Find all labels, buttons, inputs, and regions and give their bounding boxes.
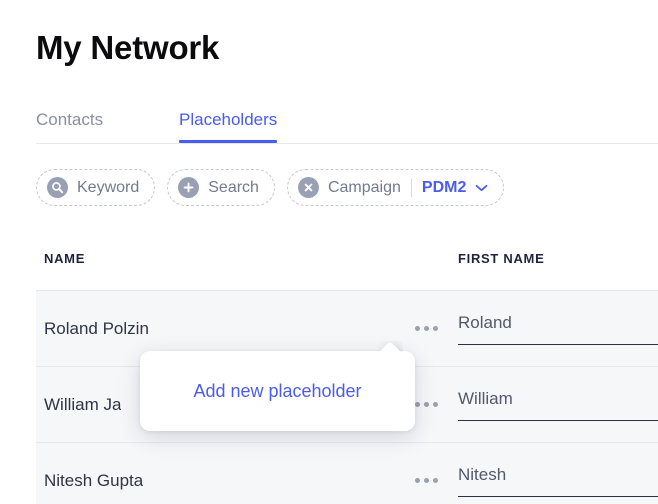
first-name-field-underline (458, 344, 658, 345)
tab-bar-divider (36, 143, 658, 144)
tab-placeholders[interactable]: Placeholders (179, 96, 278, 143)
cell-name: Roland Polzin (44, 319, 149, 338)
column-header-first-name[interactable]: FIRST NAME (458, 251, 544, 267)
kebab-dot (432, 401, 438, 407)
column-header-name[interactable]: NAME (44, 251, 85, 267)
filter-chip-bar: Keyword Search Campaign PDM2 (36, 169, 505, 206)
search-icon (47, 177, 68, 198)
filter-chip-keyword[interactable]: Keyword (36, 169, 156, 206)
first-name-field-underline (458, 420, 658, 421)
filter-chip-separator (410, 178, 412, 197)
filter-chip-campaign-value: PDM2 (421, 178, 467, 196)
filter-chip-search-label: Search (208, 178, 259, 196)
table-header-row: NAME FIRST NAME (36, 236, 658, 290)
filter-chip-search[interactable]: Search (167, 169, 275, 206)
kebab-dot (432, 477, 438, 483)
filter-chip-keyword-label: Keyword (77, 178, 140, 196)
cell-first-name[interactable]: William (458, 386, 658, 421)
popover-caret (377, 341, 403, 352)
kebab-dot (414, 477, 420, 483)
cell-name: William Ja (44, 395, 122, 414)
kebab-dot (423, 401, 429, 407)
tab-placeholders-label: Placeholders (179, 109, 278, 129)
table-row[interactable]: Nitesh Gupta Nitesh (36, 442, 658, 504)
first-name-field-underline (458, 496, 658, 497)
more-options-icon[interactable] (413, 315, 439, 341)
kebab-dot (423, 477, 429, 483)
close-circle-icon[interactable] (297, 177, 319, 198)
first-name-field-value: Roland (458, 313, 512, 332)
kebab-dot (414, 401, 420, 407)
more-options-icon[interactable] (413, 391, 439, 417)
plus-circle-icon (178, 177, 200, 198)
first-name-field-value: William (458, 389, 513, 408)
cell-name: Nitesh Gupta (44, 471, 144, 490)
kebab-dot (423, 325, 429, 331)
cell-first-name[interactable]: Nitesh (458, 462, 658, 497)
tab-contacts[interactable]: Contacts (36, 96, 103, 143)
filter-chip-campaign[interactable]: Campaign PDM2 (286, 169, 505, 206)
page-title: My Network (36, 29, 220, 66)
add-placeholder-popover: Add new placeholder (140, 351, 415, 431)
first-name-field-value: Nitesh (458, 465, 507, 484)
tab-bar: Contacts Placeholders (0, 96, 658, 144)
tab-active-indicator (179, 140, 278, 143)
my-network-page: My Network Contacts Placeholders Keyword (0, 0, 658, 504)
filter-chip-campaign-label: Campaign (327, 178, 401, 196)
kebab-dot (432, 325, 438, 331)
add-new-placeholder-button[interactable]: Add new placeholder (183, 373, 371, 409)
chevron-down-icon[interactable] (475, 184, 488, 192)
cell-first-name[interactable]: Roland (458, 310, 658, 345)
more-options-icon[interactable] (413, 467, 439, 493)
tab-contacts-label: Contacts (36, 109, 104, 129)
kebab-dot (414, 325, 420, 331)
